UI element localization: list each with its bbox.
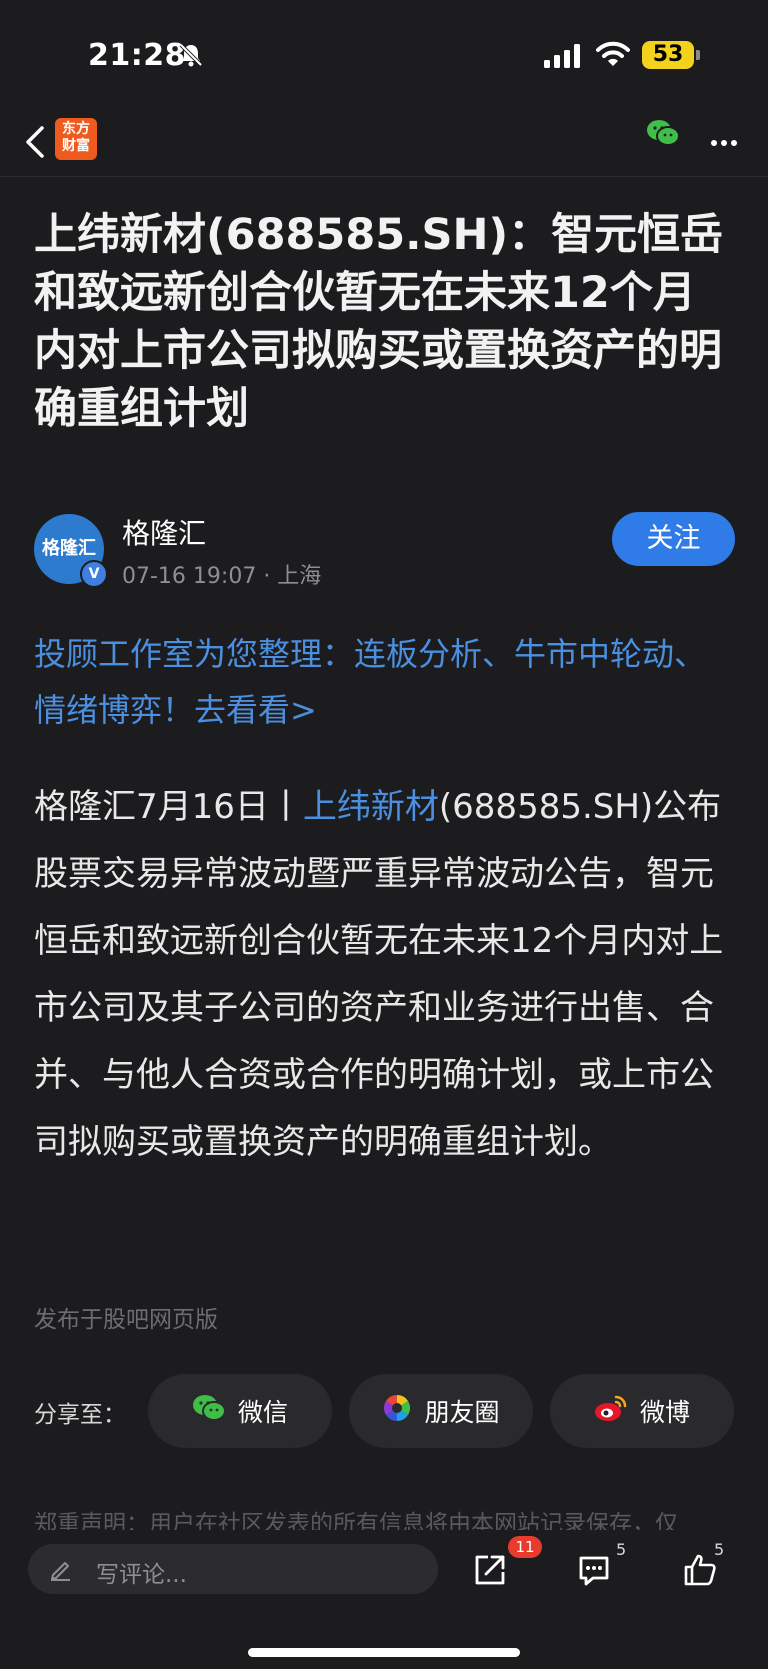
share-action-button[interactable]: [472, 1552, 508, 1592]
article-title: 上纬新材(688585.SH)：智元恒岳和致远新创合伙暂无在未来12个月内对上市…: [34, 210, 724, 434]
comment-bubble-icon: [579, 1556, 609, 1586]
like-count: 5: [714, 1540, 725, 1559]
home-indicator[interactable]: [248, 1648, 520, 1657]
wifi-icon: [596, 40, 630, 72]
nav-bar: 东方 财富: [0, 110, 768, 177]
app-logo[interactable]: 东方 财富: [55, 118, 97, 160]
share-wechat-button[interactable]: 微信: [148, 1374, 332, 1448]
moments-aperture-icon: [382, 1393, 412, 1429]
share-wechat-label: 微信: [237, 1398, 288, 1427]
share-arrow-icon: [475, 1555, 505, 1585]
source-note: 发布于股吧网页版: [34, 1307, 218, 1333]
battery-tip: [696, 50, 700, 60]
comment-placeholder: 写评论...: [96, 1562, 187, 1588]
comment-action-button[interactable]: [576, 1552, 612, 1592]
comment-input[interactable]: 写评论...: [28, 1544, 438, 1594]
share-moments-button[interactable]: 朋友圈: [349, 1374, 533, 1448]
more-dots-icon[interactable]: [710, 132, 738, 151]
body-rest: (688585.SH)公布股票交易异常波动暨严重异常波动公告，智元恒岳和致远新创…: [34, 787, 724, 1162]
verified-badge-icon: V: [80, 560, 108, 588]
follow-button[interactable]: 关注: [612, 512, 735, 566]
status-bar: 21:28 53: [0, 0, 768, 110]
status-time: 21:28: [88, 38, 186, 73]
share-moments-label: 朋友圈: [424, 1398, 500, 1427]
cellular-signal-icon: [544, 44, 584, 72]
thumbs-up-icon: [684, 1554, 716, 1586]
bell-slash-icon: [178, 42, 204, 72]
wechat-icon[interactable]: [646, 118, 680, 152]
author-meta: 07-16 19:07 · 上海: [122, 564, 322, 589]
share-weibo-label: 微博: [639, 1398, 690, 1427]
comment-count: 5: [616, 1540, 627, 1559]
weibo-icon: [594, 1393, 628, 1429]
share-label: 分享至：: [34, 1402, 126, 1428]
share-count-badge: 11: [508, 1536, 542, 1558]
stock-link[interactable]: 上纬新材: [303, 787, 439, 827]
author-name[interactable]: 格隆汇: [122, 512, 206, 552]
bottom-bar: 写评论... 11 5 5: [0, 1530, 768, 1669]
logo-line2: 财富: [62, 138, 90, 154]
wechat-icon: [192, 1393, 226, 1429]
body-prefix: 格隆汇7月16日丨: [34, 787, 303, 827]
article-body: 格隆汇7月16日丨上纬新材(688585.SH)公布股票交易异常波动暨严重异常波…: [34, 774, 746, 1176]
share-weibo-button[interactable]: 微博: [550, 1374, 734, 1448]
promo-link[interactable]: 投顾工作室为您整理：连板分析、牛市中轮动、情绪博弈！去看看>: [34, 626, 734, 738]
battery-icon: 53: [642, 41, 694, 69]
pencil-icon: [48, 1556, 74, 1586]
like-action-button[interactable]: [682, 1552, 718, 1592]
logo-line1: 东方: [62, 121, 90, 137]
